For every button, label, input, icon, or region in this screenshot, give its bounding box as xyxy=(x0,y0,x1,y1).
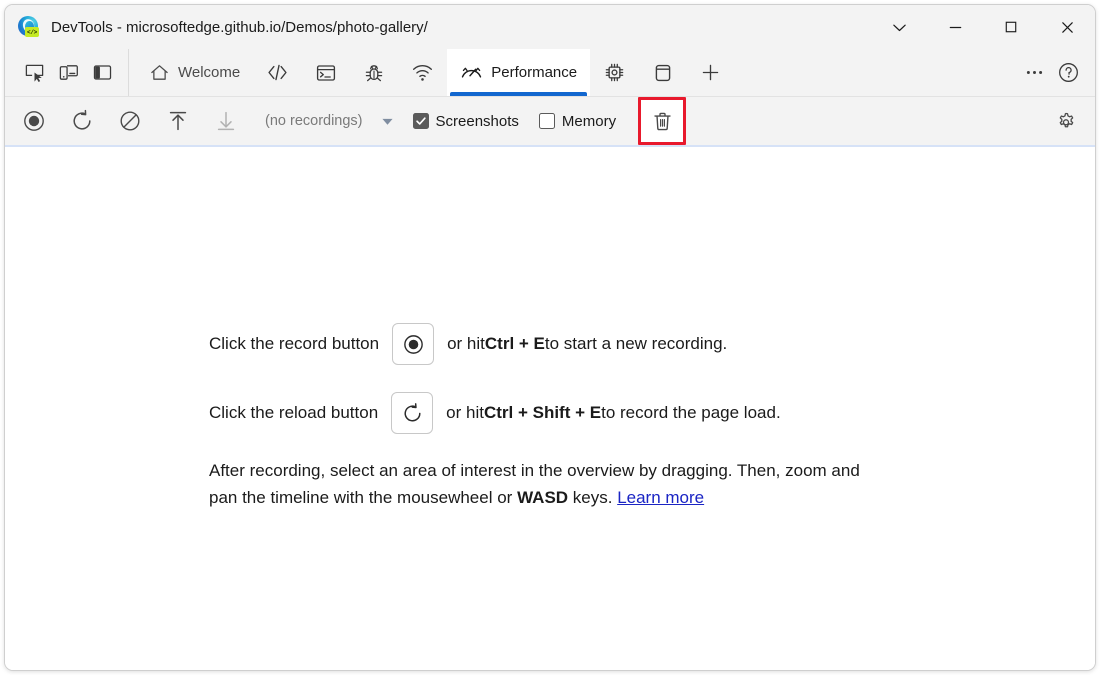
performance-landing-page: Click the record button or hit Ctrl + E … xyxy=(209,323,909,512)
dock-tools-group xyxy=(5,49,129,96)
close-icon[interactable] xyxy=(1039,5,1095,49)
performance-toolbar: (no recordings) Screenshots Memory xyxy=(5,97,1095,147)
devtools-window: </> DevTools - microsoftedge.github.io/D… xyxy=(4,4,1096,671)
code-icon xyxy=(266,61,289,84)
record-button[interactable] xyxy=(17,104,51,138)
gauge-icon xyxy=(460,61,483,84)
tab-performance[interactable]: Performance xyxy=(447,49,590,96)
tab-list: Welcome xyxy=(129,49,1017,96)
tab-welcome[interactable]: Welcome xyxy=(136,49,253,96)
inline-record-button[interactable] xyxy=(392,323,434,365)
plus-icon xyxy=(700,62,721,83)
devtools-tabstrip: Welcome xyxy=(5,49,1095,97)
clear-button[interactable] xyxy=(113,104,147,138)
screenshots-label: Screenshots xyxy=(436,113,519,130)
devtools-badge: </> xyxy=(25,27,39,37)
screenshots-checkbox-box xyxy=(413,113,429,129)
settings-gear-icon[interactable] xyxy=(1049,104,1083,138)
tab-sources[interactable] xyxy=(350,49,398,96)
wifi-icon xyxy=(411,61,434,84)
device-emulation-icon[interactable] xyxy=(51,56,85,90)
performance-panel-main: Click the record button or hit Ctrl + E … xyxy=(5,147,1095,670)
add-tab-button[interactable] xyxy=(687,49,734,96)
tab-console[interactable] xyxy=(302,49,350,96)
memory-checkbox-box xyxy=(539,113,555,129)
reload-record-button[interactable] xyxy=(65,104,99,138)
record-instruction-suffix-post: to start a new recording. xyxy=(545,333,727,356)
record-instruction-suffix-pre: or hit xyxy=(447,333,485,356)
inline-reload-button[interactable] xyxy=(391,392,433,434)
bug-icon xyxy=(363,62,385,84)
record-instruction-prefix: Click the record button xyxy=(209,333,379,356)
help-icon[interactable] xyxy=(1051,56,1085,90)
screenshots-checkbox[interactable]: Screenshots xyxy=(413,113,519,130)
reload-instruction-suffix-pre: or hit xyxy=(446,402,484,425)
wasd-keys: WASD xyxy=(517,488,568,507)
overview-text-part2: keys. xyxy=(568,488,617,507)
upload-profile-button[interactable] xyxy=(161,104,195,138)
tabstrip-actions xyxy=(1017,49,1095,96)
recordings-label: (no recordings) xyxy=(265,113,363,129)
reload-shortcut: Ctrl + Shift + E xyxy=(484,402,601,425)
reload-instruction-row: Click the reload button or hit Ctrl + Sh… xyxy=(209,392,909,434)
overview-instruction-paragraph: After recording, select an area of inter… xyxy=(209,458,889,512)
learn-more-link[interactable]: Learn more xyxy=(617,488,704,507)
delete-recording-highlight-wrap xyxy=(638,97,686,145)
chevron-down-icon[interactable] xyxy=(871,5,927,49)
tab-memory[interactable] xyxy=(590,49,639,96)
reload-instruction-prefix: Click the reload button xyxy=(209,402,378,425)
storage-icon xyxy=(652,62,674,84)
title-bar: </> DevTools - microsoftedge.github.io/D… xyxy=(5,5,1095,49)
home-icon xyxy=(149,62,170,83)
save-profile-button[interactable] xyxy=(209,104,243,138)
edge-devtools-icon: </> xyxy=(18,16,40,38)
inspect-element-icon[interactable] xyxy=(17,56,51,90)
recordings-dropdown-chevron-icon[interactable] xyxy=(377,108,399,134)
terminal-icon xyxy=(315,62,337,84)
perf-toolbar-right-group xyxy=(1049,104,1095,138)
delete-recording-button[interactable] xyxy=(647,106,677,136)
tab-network[interactable] xyxy=(398,49,447,96)
tab-label-welcome: Welcome xyxy=(178,64,240,81)
memory-checkbox[interactable]: Memory xyxy=(539,113,616,130)
dock-side-icon[interactable] xyxy=(85,56,119,90)
minimize-icon[interactable] xyxy=(927,5,983,49)
maximize-icon[interactable] xyxy=(983,5,1039,49)
record-shortcut: Ctrl + E xyxy=(485,333,545,356)
tab-label-performance: Performance xyxy=(491,64,577,81)
window-controls xyxy=(871,5,1095,49)
window-title: DevTools - microsoftedge.github.io/Demos… xyxy=(51,19,428,36)
memory-label: Memory xyxy=(562,113,616,130)
more-tools-icon[interactable] xyxy=(1017,56,1051,90)
chip-icon xyxy=(603,61,626,84)
tab-application[interactable] xyxy=(639,49,687,96)
reload-instruction-suffix-post: to record the page load. xyxy=(601,402,781,425)
record-instruction-row: Click the record button or hit Ctrl + E … xyxy=(209,323,909,365)
tab-elements[interactable] xyxy=(253,49,302,96)
